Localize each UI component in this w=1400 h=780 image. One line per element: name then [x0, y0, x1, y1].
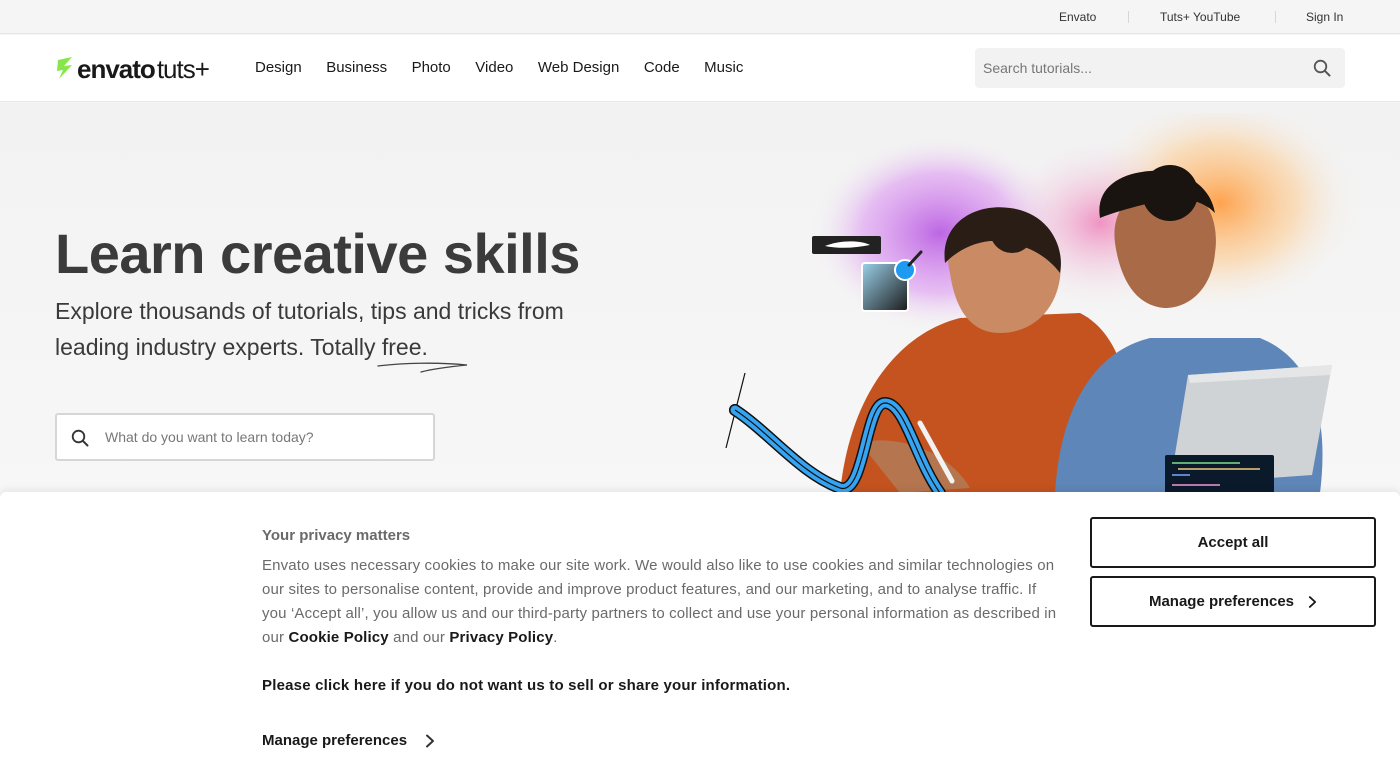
- divider: [1275, 11, 1276, 23]
- manage-preferences-label: Manage preferences: [262, 732, 408, 749]
- cookie-period: .: [553, 629, 558, 646]
- category-nav: Design Business Photo Video Web Design C…: [255, 59, 768, 76]
- manage-preferences-link[interactable]: Manage preferences: [262, 732, 435, 749]
- cookie-consent-banner: Your privacy matters Envato uses necessa…: [0, 492, 1400, 780]
- tuts-youtube-link[interactable]: Tuts+ YouTube: [1160, 10, 1240, 24]
- envato-link[interactable]: Envato: [1059, 10, 1096, 24]
- header-search: [975, 48, 1345, 88]
- accept-all-label: Accept all: [1197, 534, 1269, 551]
- logo-wordmark: envato: [77, 53, 156, 84]
- nav-item-photo[interactable]: Photo: [412, 59, 451, 76]
- cookie-policy-link[interactable]: Cookie Policy: [288, 629, 388, 646]
- cookie-body: Envato uses necessary cookies to make ou…: [262, 554, 1062, 650]
- cookie-title: Your privacy matters: [262, 527, 411, 544]
- hero-section: Learn creative skills Explore thousands …: [0, 103, 1400, 493]
- envato-leaf-icon: [57, 57, 72, 79]
- accept-all-button[interactable]: Accept all: [1090, 517, 1376, 568]
- scribble-underline: [377, 362, 468, 373]
- envato-tuts-logo[interactable]: envato tuts+: [55, 53, 210, 84]
- nav-item-video[interactable]: Video: [475, 59, 513, 76]
- manage-preferences-button[interactable]: Manage preferences: [1090, 576, 1376, 627]
- cookie-and-our: and our: [393, 629, 446, 646]
- hero-title: Learn creative skills: [55, 222, 580, 285]
- chevron-right-icon: [1308, 595, 1317, 608]
- hero-illustration: [725, 113, 1360, 493]
- chevron-right-icon: [426, 734, 435, 747]
- manage-preferences-button-label: Manage preferences: [1148, 593, 1295, 610]
- nav-item-music[interactable]: Music: [704, 59, 743, 76]
- hero-search: [55, 413, 435, 461]
- header-search-input[interactable]: [983, 48, 1303, 88]
- logo-tuts: tuts+: [156, 53, 210, 84]
- hero-subtitle: Explore thousands of tutorials, tips and…: [55, 298, 564, 360]
- nav-item-web-design[interactable]: Web Design: [538, 59, 619, 76]
- nav-item-business[interactable]: Business: [326, 59, 387, 76]
- nav-item-code[interactable]: Code: [644, 59, 680, 76]
- nav-item-design[interactable]: Design: [255, 59, 302, 76]
- divider: [1128, 11, 1129, 23]
- hero-search-input[interactable]: [105, 415, 425, 459]
- sign-in-link[interactable]: Sign In: [1306, 10, 1343, 24]
- search-icon: [71, 429, 89, 447]
- do-not-sell-link[interactable]: Please click here if you do not want us …: [262, 677, 790, 694]
- privacy-policy-link[interactable]: Privacy Policy: [449, 629, 553, 646]
- search-icon[interactable]: [1313, 59, 1331, 77]
- utility-bar: Envato Tuts+ YouTube Sign In: [0, 0, 1400, 34]
- main-nav: envato tuts+ Design Business Photo Video…: [0, 35, 1400, 102]
